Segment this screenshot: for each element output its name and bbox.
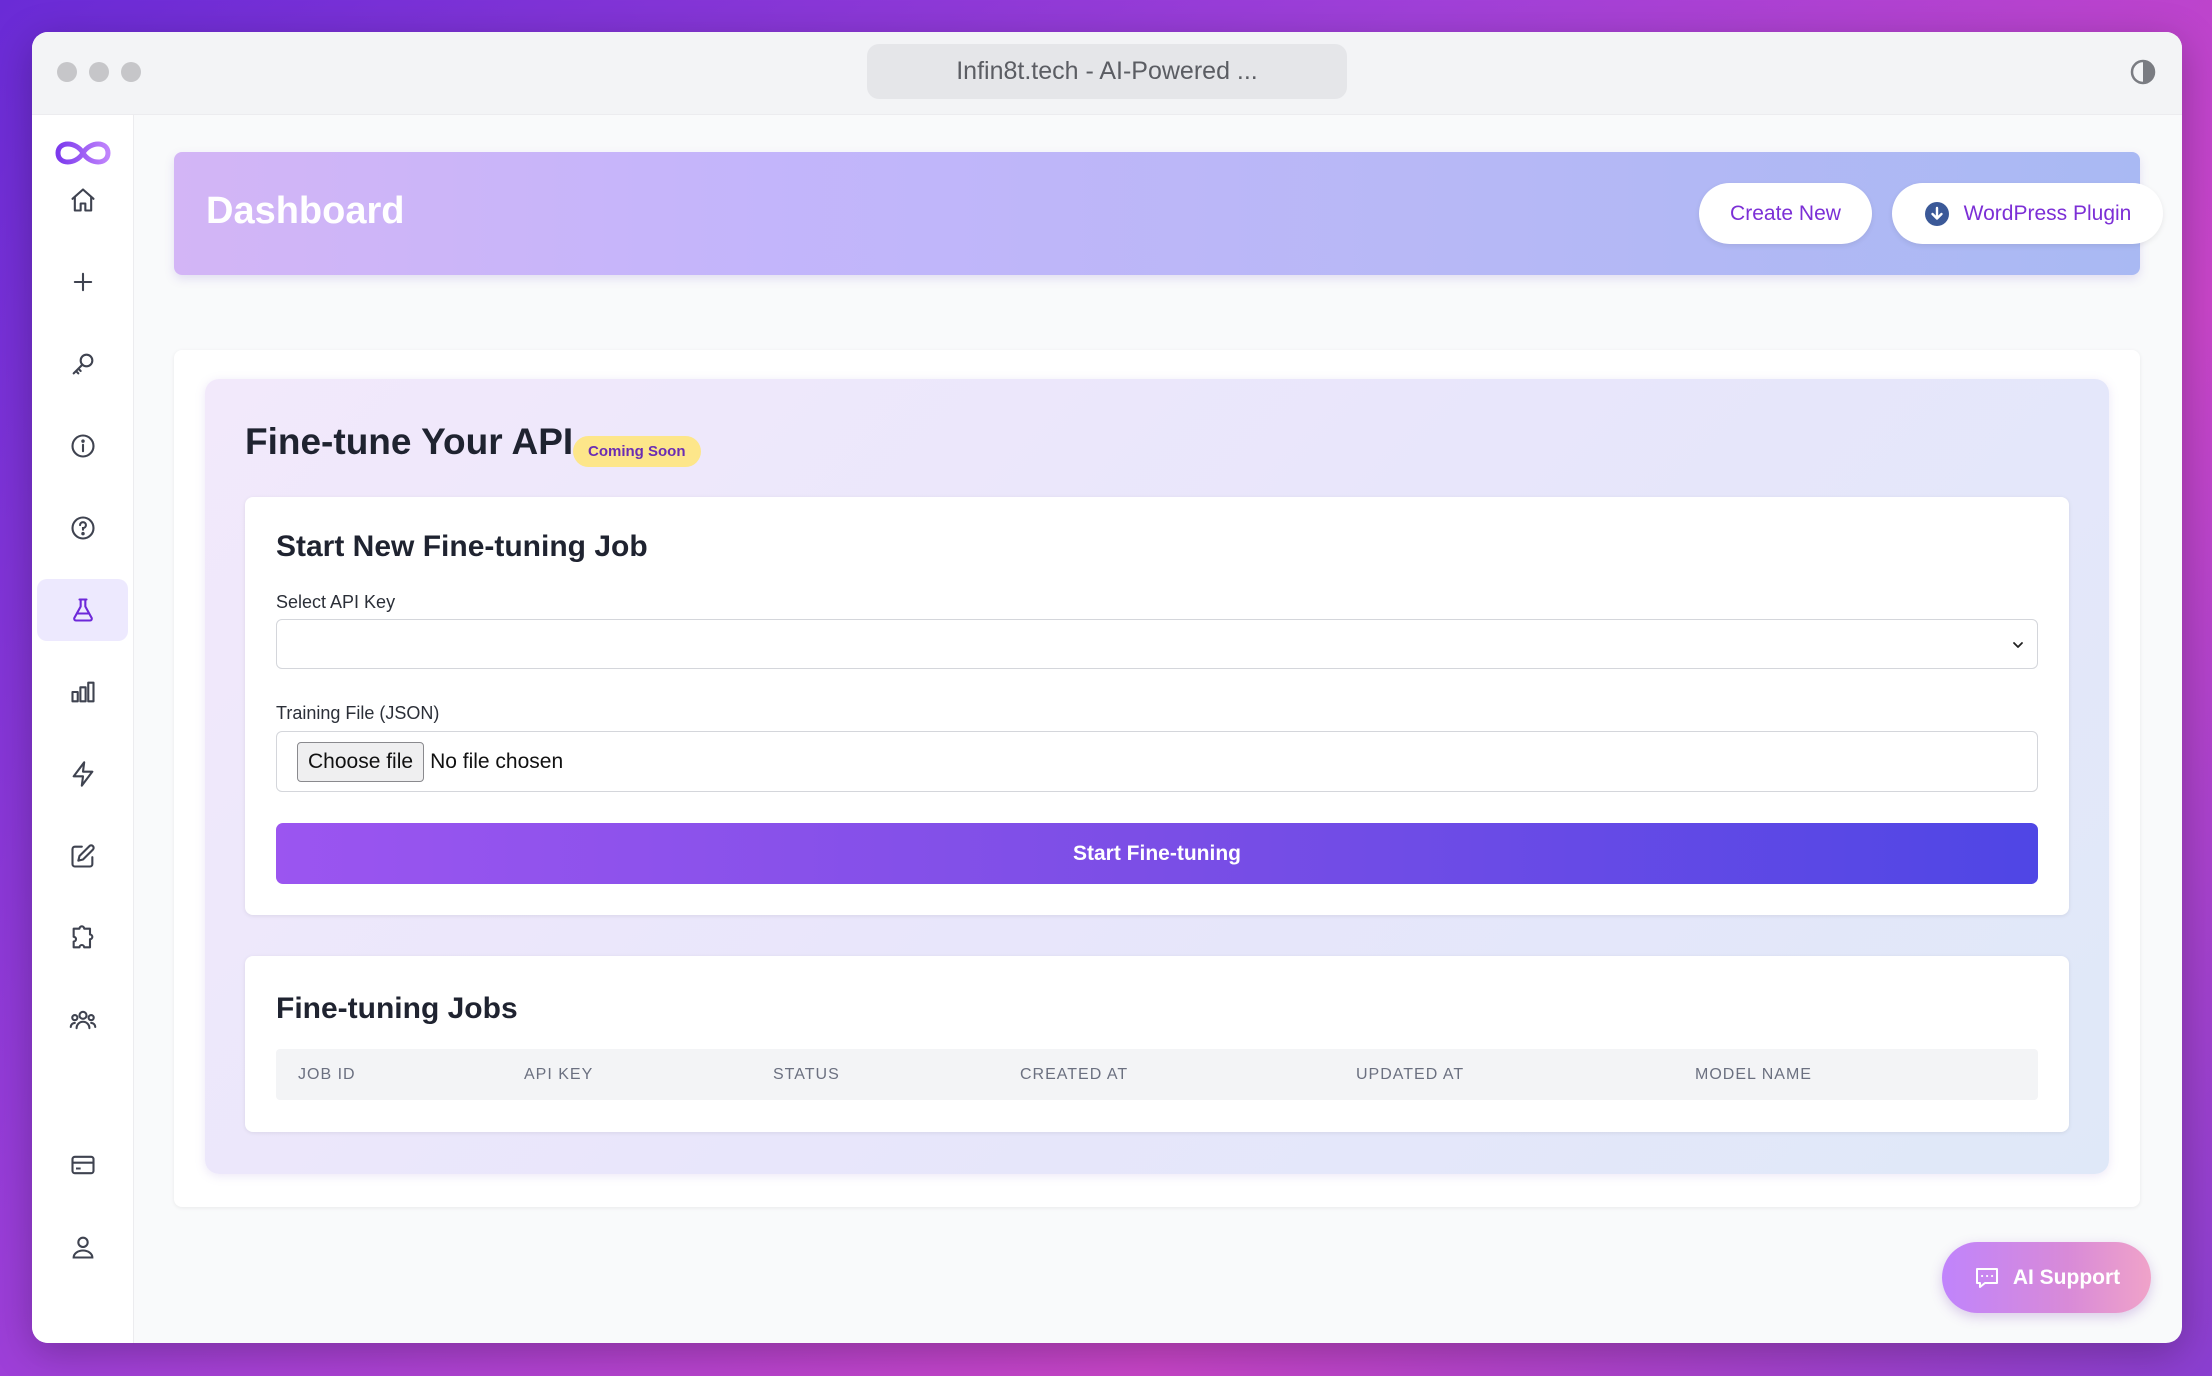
content-card: Fine-tune Your API Coming Soon Start New… (174, 350, 2140, 1207)
training-file-label: Training File (JSON) (276, 703, 440, 723)
sidebar-item-fine-tune[interactable] (37, 579, 128, 641)
chat-bubble-icon (1975, 1267, 1998, 1288)
sidebar-item-home[interactable] (37, 169, 128, 231)
user-icon (72, 1236, 93, 1259)
info-icon (70, 434, 95, 458)
fine-tune-form: Start New Fine-tuning Job Select API Key… (245, 497, 2069, 915)
app-window: Infin8t.tech - AI-Powered ... Dashboard … (32, 32, 2182, 1343)
title-bar: Infin8t.tech - AI-Powered ... (32, 32, 2182, 115)
dashboard-header: Dashboard Create New WordPress Plugin (174, 152, 2163, 275)
sidebar-item-info[interactable] (37, 415, 128, 477)
users-icon (69, 1010, 96, 1030)
sidebar-item-team[interactable] (37, 989, 128, 1051)
file-status-text: No file chosen (430, 749, 564, 773)
minimize-window-button[interactable] (89, 62, 109, 82)
theme-toggle-icon[interactable] (2129, 58, 2157, 86)
sidebar-item-billing[interactable] (37, 1134, 128, 1196)
chevron-down-icon (2013, 642, 2023, 648)
window-controls (57, 62, 141, 82)
download-circle-icon (1924, 201, 1949, 226)
page-title: Dashboard (206, 190, 405, 232)
sidebar-item-automation[interactable] (37, 743, 128, 805)
training-file-input[interactable]: Choose file No file chosen (276, 731, 2038, 792)
api-key-select[interactable] (276, 619, 2038, 669)
sidebar (32, 115, 134, 1343)
column-header-model-name[interactable]: MODEL NAME (1695, 1066, 1812, 1084)
fine-tuning-jobs-card: Fine-tuning Jobs JOB ID API KEY STATUS C… (245, 956, 2069, 1132)
sidebar-item-api-keys[interactable] (37, 333, 128, 395)
sidebar-item-create[interactable] (37, 251, 128, 313)
ai-support-label: AI Support (2012, 1265, 2121, 1289)
flask-icon (72, 598, 93, 622)
choose-file-button[interactable]: Choose file (297, 741, 425, 782)
section-title: Fine-tune Your API (245, 421, 574, 462)
ai-support-button[interactable]: AI Support (1942, 1242, 2151, 1313)
coming-soon-badge: Coming Soon (573, 436, 701, 467)
column-header-created-at[interactable]: CREATED AT (1020, 1066, 1128, 1084)
sidebar-item-integrations[interactable] (37, 907, 128, 969)
sidebar-item-profile[interactable] (37, 1216, 128, 1278)
plus-icon (73, 272, 92, 292)
close-window-button[interactable] (57, 62, 77, 82)
puzzle-icon (72, 925, 93, 949)
jobs-heading: Fine-tuning Jobs (276, 992, 518, 1025)
help-icon (70, 516, 95, 540)
sidebar-item-analytics[interactable] (37, 661, 128, 723)
column-header-updated-at[interactable]: UPDATED AT (1356, 1066, 1464, 1084)
infin8t-logo-icon[interactable] (52, 135, 114, 171)
jobs-table-header: JOB ID API KEY STATUS CREATED AT UPDATED… (276, 1049, 2038, 1100)
main-content: Dashboard Create New WordPress Plugin Fi… (134, 115, 2182, 1343)
wordpress-plugin-button[interactable]: WordPress Plugin (1892, 183, 2163, 244)
sidebar-item-editor[interactable] (37, 825, 128, 887)
form-heading: Start New Fine-tuning Job (276, 530, 648, 563)
address-bar[interactable]: Infin8t.tech - AI-Powered ... (867, 44, 1347, 99)
lightning-icon (72, 761, 93, 787)
create-new-button[interactable]: Create New (1699, 183, 1872, 244)
start-fine-tuning-button[interactable]: Start Fine-tuning (276, 823, 2038, 884)
fine-tune-panel: Fine-tune Your API Coming Soon Start New… (205, 379, 2109, 1174)
key-icon (72, 353, 93, 375)
column-header-api-key[interactable]: API KEY (524, 1066, 593, 1084)
credit-card-icon (70, 1155, 95, 1175)
api-key-label: Select API Key (276, 592, 396, 612)
bar-chart-icon (70, 681, 95, 703)
edit-icon (70, 844, 95, 868)
maximize-window-button[interactable] (121, 62, 141, 82)
home-icon (70, 188, 95, 212)
column-header-job-id[interactable]: JOB ID (298, 1066, 356, 1084)
wordpress-plugin-label: WordPress Plugin (1963, 201, 2132, 225)
sidebar-item-help[interactable] (37, 497, 128, 559)
column-header-status[interactable]: STATUS (773, 1066, 840, 1084)
